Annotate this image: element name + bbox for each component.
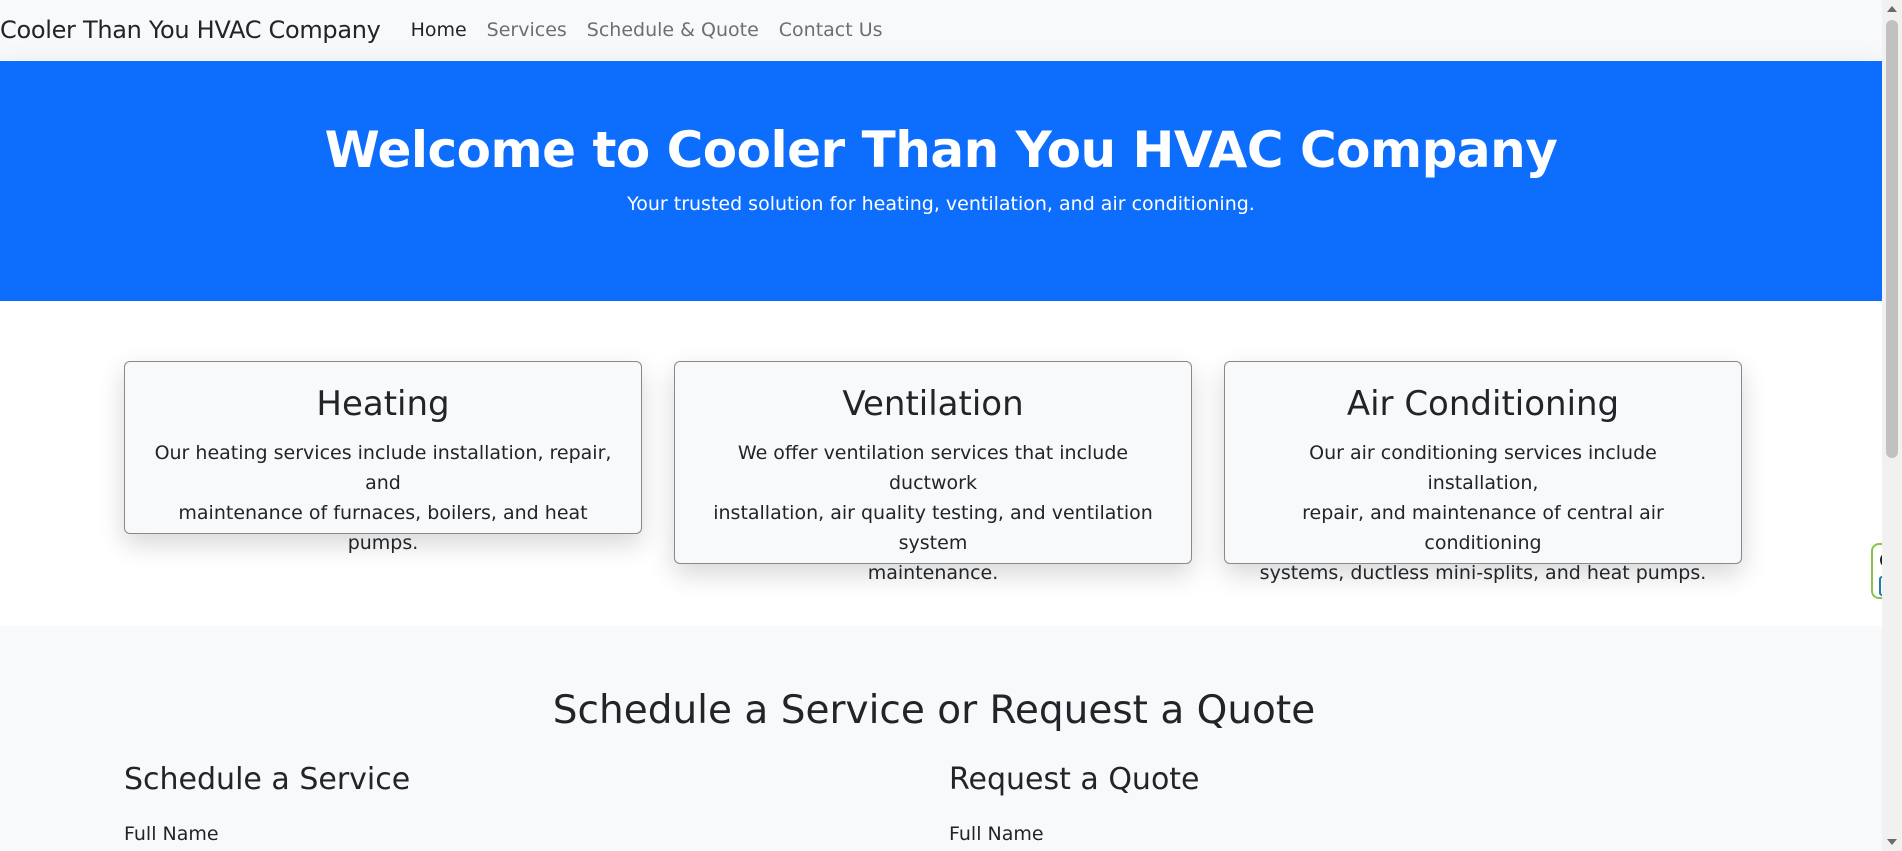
description-line: We offer ventilation services that inclu… bbox=[737, 442, 1129, 494]
request-quote-title: Request a Quote bbox=[949, 762, 1200, 797]
hero-title: Welcome to Cooler Than You HVAC Company bbox=[324, 121, 1558, 179]
service-card-heating: Heating Our heating services include ins… bbox=[124, 361, 642, 554]
scroll-up-arrow-icon[interactable] bbox=[1887, 6, 1897, 12]
nav-link-schedule-quote[interactable]: Schedule & Quote bbox=[587, 19, 759, 41]
service-card-air-conditioning: Air Conditioning Our air conditioning se… bbox=[1224, 361, 1742, 584]
services-section: Heating Our heating services include ins… bbox=[0, 301, 1882, 626]
service-card-title: Heating bbox=[316, 384, 450, 424]
schedule-heading: Schedule a Service or Request a Quote bbox=[552, 688, 1316, 733]
navbar: Cooler Than You HVAC Company Home Servic… bbox=[0, 0, 1882, 60]
hero-banner: Welcome to Cooler Than You HVAC Company … bbox=[0, 61, 1882, 301]
service-card-description: We offer ventilation services that inclu… bbox=[701, 438, 1165, 588]
service-card-ventilation: Ventilation We offer ventilation service… bbox=[674, 361, 1192, 584]
schedule-service-form: Schedule a Service Full Name bbox=[124, 762, 410, 845]
brand-link[interactable]: Cooler Than You HVAC Company bbox=[0, 16, 381, 44]
service-card-title: Air Conditioning bbox=[1346, 384, 1620, 424]
nav-link-contact-us[interactable]: Contact Us bbox=[779, 19, 883, 41]
description-line: repair, and maintenance of central air c… bbox=[1302, 502, 1664, 554]
service-card-description: Our air conditioning services include in… bbox=[1251, 438, 1715, 588]
hero-subtitle: Your trusted solution for heating, venti… bbox=[627, 193, 1255, 215]
schedule-service-title: Schedule a Service bbox=[124, 762, 411, 797]
request-quote-form: Request a Quote Full Name bbox=[949, 762, 1200, 845]
description-line: maintenance. bbox=[867, 562, 999, 584]
full-name-label: Full Name bbox=[949, 823, 1044, 845]
nav-link-services[interactable]: Services bbox=[487, 19, 567, 41]
scrollbar-thumb[interactable] bbox=[1886, 20, 1898, 458]
full-name-label: Full Name bbox=[124, 823, 219, 845]
description-line: systems, ductless mini-splits, and heat … bbox=[1259, 562, 1707, 584]
nav-link-home[interactable]: Home bbox=[411, 19, 467, 41]
page: Cooler Than You HVAC Company Home Servic… bbox=[0, 0, 1902, 851]
schedule-quote-section: Schedule a Service or Request a Quote Sc… bbox=[0, 626, 1882, 851]
description-line: maintenance of furnaces, boilers, and he… bbox=[178, 502, 588, 554]
service-card-title: Ventilation bbox=[842, 384, 1024, 424]
nav-links: Home Services Schedule & Quote Contact U… bbox=[411, 19, 903, 41]
description-line: Our air conditioning services include in… bbox=[1309, 442, 1657, 494]
description-line: Our heating services include installatio… bbox=[154, 442, 612, 494]
vertical-scrollbar[interactable] bbox=[1882, 0, 1902, 851]
description-line: installation, air quality testing, and v… bbox=[713, 502, 1153, 554]
service-card-description: Our heating services include installatio… bbox=[151, 438, 615, 558]
scroll-down-arrow-icon[interactable] bbox=[1887, 839, 1897, 845]
